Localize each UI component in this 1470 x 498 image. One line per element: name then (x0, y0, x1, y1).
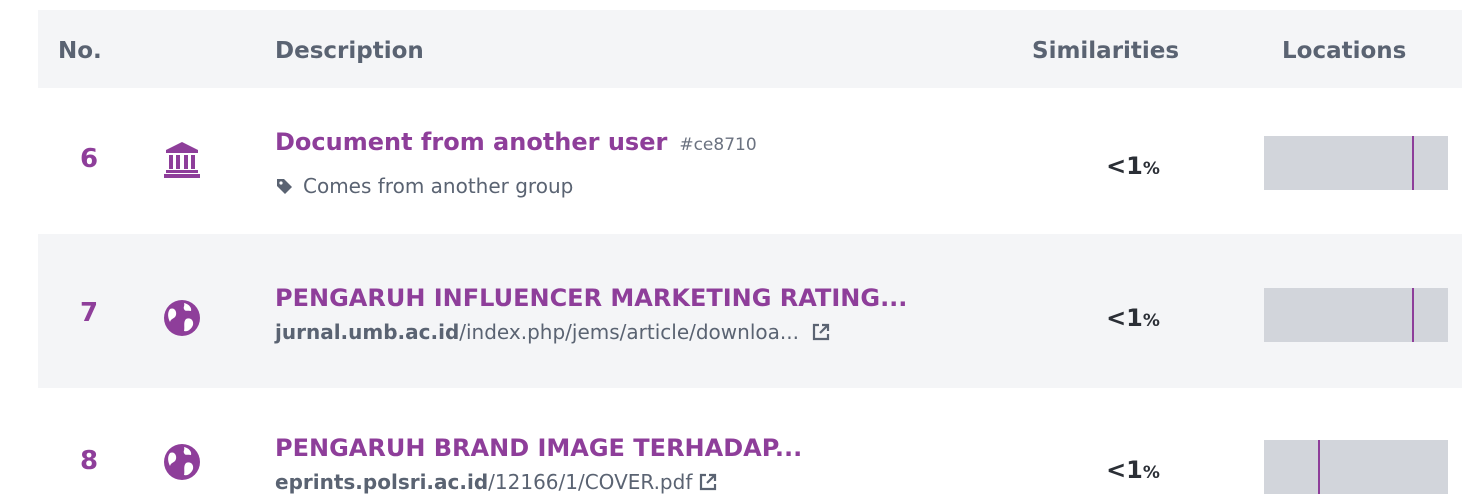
external-link-icon[interactable] (811, 322, 831, 342)
row-number: 7 (79, 298, 99, 328)
location-bar[interactable] (1264, 288, 1448, 342)
globe-icon (162, 298, 202, 338)
table-header: No. Description Similarities Locations (38, 10, 1462, 88)
source-url[interactable]: eprints.polsri.ac.id/12166/1/COVER.pdf (275, 470, 718, 494)
location-bar[interactable] (1264, 136, 1448, 190)
header-similarities: Similarities (1032, 38, 1180, 64)
row-number: 6 (79, 144, 99, 174)
institution-icon (162, 140, 202, 180)
header-description: Description (275, 38, 424, 64)
globe-icon (162, 442, 202, 482)
external-link-icon[interactable] (698, 472, 718, 492)
url-host[interactable]: eprints.polsri.ac.id (275, 470, 488, 494)
similarity-value: <1% (1106, 456, 1160, 484)
location-bar[interactable] (1264, 440, 1448, 494)
table-row: 6 Document from another user #ce8710 Come… (38, 100, 1462, 206)
source-title-text[interactable]: Document from another user (275, 128, 667, 156)
location-mark[interactable] (1412, 288, 1414, 342)
url-path[interactable]: /index.php/jems/article/downloa... (459, 320, 799, 344)
source-title[interactable]: PENGARUH BRAND IMAGE TERHADAP... (275, 434, 802, 462)
location-mark[interactable] (1412, 136, 1414, 190)
source-subtitle: Comes from another group (275, 174, 573, 198)
source-title[interactable]: Document from another user #ce8710 (275, 128, 757, 156)
header-locations: Locations (1282, 38, 1407, 64)
source-url[interactable]: jurnal.umb.ac.id/index.php/jems/article/… (275, 320, 831, 344)
table-row: 8 PENGARUH BRAND IMAGE TERHADAP... eprin… (38, 410, 1462, 498)
group-label: Comes from another group (303, 174, 574, 198)
similarity-value: <1% (1106, 152, 1160, 180)
document-hash: #ce8710 (679, 135, 757, 155)
header-no: No. (58, 38, 102, 64)
tag-icon (275, 176, 295, 196)
location-mark[interactable] (1318, 440, 1320, 494)
row-number: 8 (79, 446, 99, 476)
url-host[interactable]: jurnal.umb.ac.id (275, 320, 459, 344)
similarity-value: <1% (1106, 304, 1160, 332)
url-path[interactable]: /12166/1/COVER.pdf (488, 470, 692, 494)
table-row: 7 PENGARUH INFLUENCER MARKETING RATING..… (38, 234, 1462, 388)
source-title[interactable]: PENGARUH INFLUENCER MARKETING RATING... (275, 284, 907, 312)
